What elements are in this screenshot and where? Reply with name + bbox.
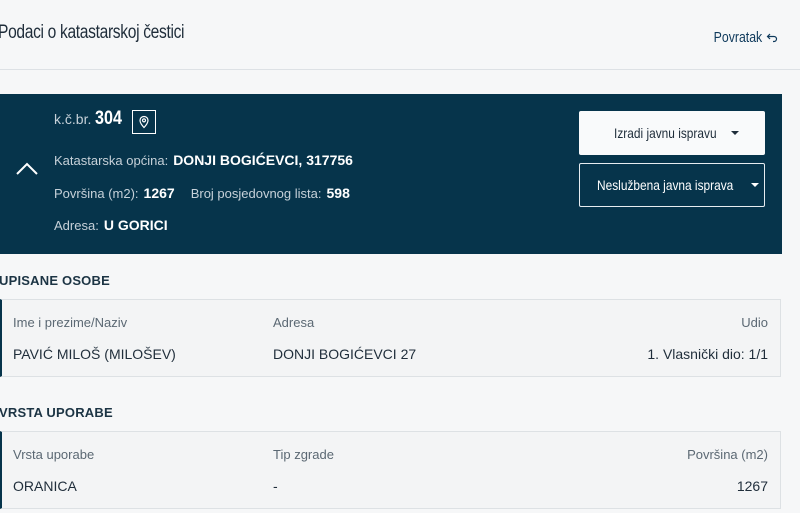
address-label: Adresa: — [54, 218, 99, 233]
area-row: Površina (m2): 1267 Broj posjedovnog lis… — [54, 185, 350, 201]
usage-building: - — [273, 478, 278, 494]
usage-area: 1267 — [736, 478, 768, 494]
owners-col-share: Udio — [741, 315, 768, 330]
area-label: Površina (m2): — [54, 186, 139, 201]
page-title: Podaci o katastarskoj čestici — [0, 22, 185, 43]
owners-col-address: Adresa — [273, 315, 315, 330]
usage-card: Vrsta uporabe Tip zgrade Površina (m2) O… — [0, 431, 781, 509]
sheet-label: Broj posjedovnog lista: — [190, 186, 322, 201]
kc-value: 304 — [95, 108, 123, 129]
owners-card: Ime i prezime/Naziv Adresa Udio PAVIĆ MI… — [0, 299, 781, 377]
back-link[interactable]: Povratak — [703, 29, 778, 46]
usage-title: VRSTA UPORABE — [0, 405, 113, 420]
owners-col-name: Ime i prezime/Naziv — [13, 315, 128, 330]
header-divider — [0, 69, 800, 70]
create-public-document-label: Izradi javnu ispravu — [613, 125, 717, 141]
show-on-map-button[interactable] — [132, 110, 156, 134]
chevron-up-icon — [16, 162, 38, 175]
back-label: Povratak — [713, 29, 762, 46]
owner-name: PAVIĆ MILOŠ (MILOŠEV) — [13, 346, 176, 362]
create-public-document-button[interactable]: Izradi javnu ispravu — [579, 111, 765, 155]
parcel-number: k.č.br. 304 — [54, 108, 127, 130]
owner-share: 1. Vlasnički dio: 1/1 — [647, 346, 768, 362]
sheet-value: 598 — [326, 185, 350, 201]
address-value: U GORICI — [103, 217, 168, 233]
unofficial-document-label: Neslužbena javna isprava — [596, 177, 734, 193]
caret-down-icon — [751, 183, 760, 187]
caret-down-icon — [731, 131, 740, 135]
back-arrow-icon — [766, 33, 778, 42]
collapse-button[interactable] — [14, 156, 40, 182]
usage-col-building: Tip zgrade — [273, 447, 334, 462]
usage-col-area: Površina (m2) — [687, 447, 768, 462]
municipality-row: Katastarska općina: DONJI BOGIĆEVCI, 317… — [54, 152, 353, 168]
address-row: Adresa: U GORICI — [54, 217, 168, 233]
owners-title: UPISANE OSOBE — [0, 273, 110, 288]
unofficial-document-button[interactable]: Neslužbena javna isprava — [579, 163, 765, 207]
municipality-label: Katastarska općina: — [54, 153, 169, 168]
kc-label: k.č.br. — [54, 111, 92, 127]
owner-address: DONJI BOGIĆEVCI 27 — [273, 346, 417, 362]
usage-type: ORANICA — [13, 478, 77, 494]
parcel-panel: k.č.br. 304 Katastarska općina: DONJI BO… — [0, 94, 782, 254]
area-value: 1267 — [143, 185, 175, 201]
usage-col-type: Vrsta uporabe — [13, 447, 95, 462]
municipality-value: DONJI BOGIĆEVCI, 317756 — [173, 152, 353, 168]
map-pin-icon — [139, 115, 149, 129]
